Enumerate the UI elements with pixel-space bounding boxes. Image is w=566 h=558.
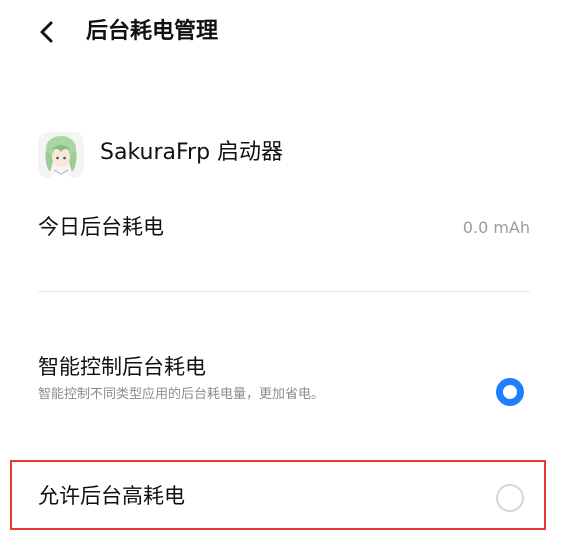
header-bar: 后台耗电管理 <box>0 0 566 66</box>
option-smart-control[interactable]: 智能控制后台耗电 智能控制不同类型应用的后台耗电量，更加省电。 <box>38 352 530 414</box>
app-info: SakuraFrp 启动器 <box>38 130 538 178</box>
chevron-left-icon <box>40 21 53 43</box>
option-allow-high-consumption-title: 允许后台高耗电 <box>38 484 185 508</box>
app-name: SakuraFrp 启动器 <box>100 140 284 165</box>
allow-high-consumption-radio[interactable] <box>496 484 524 512</box>
today-background-usage-row: 今日后台耗电 0.0 mAh <box>38 210 530 244</box>
option-allow-high-consumption[interactable]: 允许后台高耗电 <box>10 460 546 530</box>
page-title: 后台耗电管理 <box>86 19 219 44</box>
divider <box>38 291 530 292</box>
smart-control-radio[interactable] <box>496 378 524 406</box>
option-smart-control-title: 智能控制后台耗电 <box>38 355 206 379</box>
option-smart-control-description: 智能控制不同类型应用的后台耗电量，更加省电。 <box>38 387 325 402</box>
app-icon <box>38 132 84 178</box>
usage-value: 0.0 mAh <box>462 218 530 237</box>
back-button[interactable] <box>34 18 62 46</box>
usage-label: 今日后台耗电 <box>38 215 164 239</box>
